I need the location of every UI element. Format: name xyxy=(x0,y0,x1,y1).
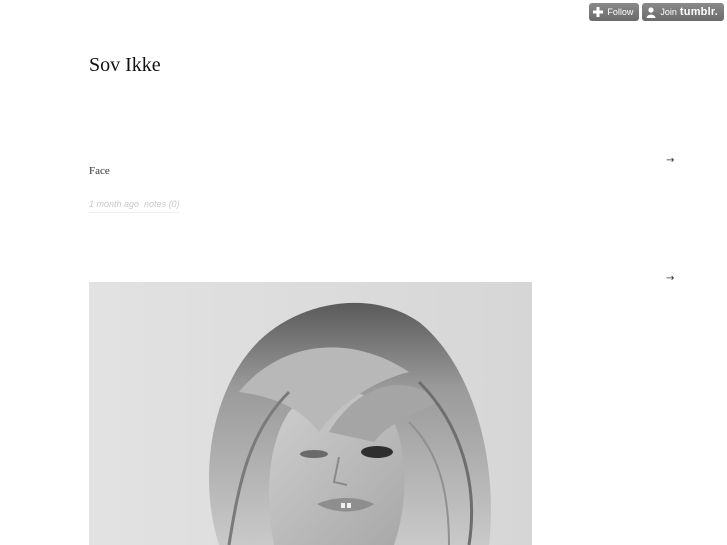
plus-icon xyxy=(593,7,604,17)
follow-label: Follow xyxy=(607,7,634,17)
post-notes-link[interactable]: notes (0) xyxy=(144,199,180,209)
blog-title[interactable]: Sov Ikke xyxy=(89,54,161,77)
permalink-arrow-icon[interactable]: → xyxy=(666,155,674,166)
post-meta: 1 month ago notes (0) xyxy=(89,199,180,213)
tumblr-brand: tumblr. xyxy=(679,6,718,18)
join-label: Join xyxy=(660,7,677,17)
post-photo[interactable] xyxy=(89,282,532,545)
join-tumblr-button[interactable]: Join tumblr. xyxy=(642,3,724,21)
follow-button[interactable]: Follow xyxy=(589,3,640,21)
permalink-arrow-icon[interactable]: → xyxy=(666,273,674,284)
post-text-body: Face xyxy=(89,165,110,177)
portrait-photo-image xyxy=(89,282,532,545)
tumblr-controls: Follow Join tumblr. xyxy=(589,3,724,21)
post-time-link[interactable]: 1 month ago xyxy=(89,199,139,209)
user-icon xyxy=(646,6,656,18)
